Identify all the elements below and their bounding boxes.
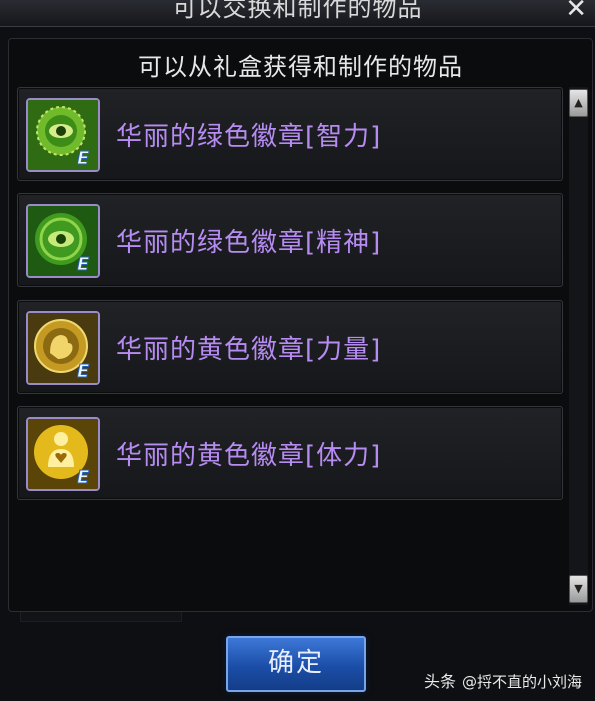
scroll-up-button[interactable]: ▲ <box>569 89 588 117</box>
scrollbar[interactable]: ▲ ▼ <box>569 87 588 605</box>
svg-text:E: E <box>77 254 90 275</box>
green-eye-emblem-icon: E <box>26 98 100 172</box>
window-title: 可以交换和制作的物品 <box>172 0 423 22</box>
item-label: 华丽的黄色徽章[力量] <box>116 335 382 365</box>
confirm-button[interactable]: 确定 <box>226 636 366 692</box>
svg-text:E: E <box>77 467 90 488</box>
item-list-panel: 可以从礼盒获得和制作的物品 E 华丽的绿色徽章[智力] E 华丽的绿色徽章[精神… <box>8 38 593 612</box>
list-item[interactable]: E 华丽的黄色徽章[体力] <box>17 406 563 500</box>
svg-text:E: E <box>77 361 90 382</box>
list-item[interactable]: E 华丽的绿色徽章[智力] <box>17 87 563 181</box>
svg-text:E: E <box>77 148 90 169</box>
item-label: 华丽的绿色徽章[智力] <box>116 122 382 152</box>
panel-title: 可以从礼盒获得和制作的物品 <box>138 53 463 81</box>
window-titlebar: 可以交换和制作的物品 ✕ <box>0 0 595 27</box>
list-item[interactable]: E 华丽的黄色徽章[力量] <box>17 300 563 394</box>
list-item[interactable]: E 华丽的绿色徽章[精神] <box>17 193 563 287</box>
watermark: 头条 @捋不直的小刘海 <box>424 668 582 692</box>
close-icon[interactable]: ✕ <box>565 0 587 24</box>
scroll-down-button[interactable]: ▼ <box>569 575 588 603</box>
yellow-arm-emblem-icon: E <box>26 311 100 385</box>
yellow-heart-emblem-icon: E <box>26 417 100 491</box>
item-label: 华丽的黄色徽章[体力] <box>116 441 382 471</box>
watermark-author: @捋不直的小刘海 <box>462 673 583 691</box>
item-label: 华丽的绿色徽章[精神] <box>116 228 382 258</box>
watermark-source: 头条 <box>424 672 457 691</box>
green-eye-emblem-icon: E <box>26 204 100 278</box>
